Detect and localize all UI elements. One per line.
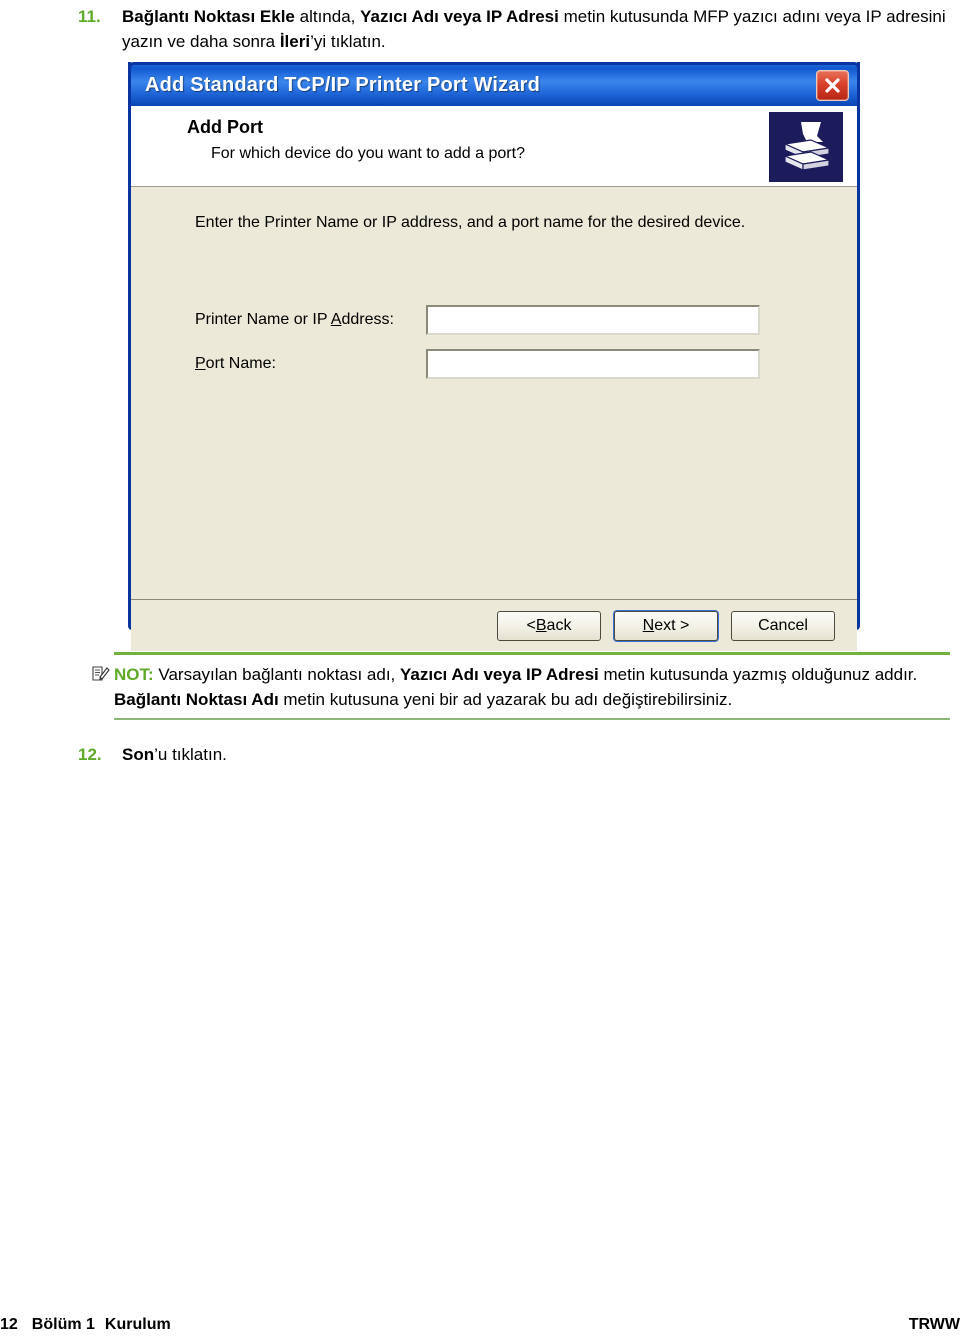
plain-text: altında, bbox=[294, 7, 361, 26]
btn-prefix: < bbox=[526, 616, 536, 634]
label-accel: P bbox=[195, 355, 206, 372]
dialog-title: Add Standard TCP/IP Printer Port Wizard bbox=[145, 74, 541, 96]
plain-text: ’yi tıklatın. bbox=[310, 32, 386, 51]
btn-suffix: ext > bbox=[654, 616, 690, 634]
add-port-wizard-dialog: Add Standard TCP/IP Printer Port Wizard … bbox=[128, 62, 860, 651]
dialog-body: Enter the Printer Name or IP address, an… bbox=[131, 212, 857, 599]
emphasis-text: Bağlantı Noktası Adı bbox=[114, 690, 279, 709]
dialog-header-subtitle: For which device do you want to add a po… bbox=[211, 145, 525, 162]
close-icon[interactable] bbox=[816, 70, 849, 101]
plain-text: metin kutusuna yeni bir ad yazarak bu ad… bbox=[278, 690, 733, 709]
dialog-instruction: Enter the Printer Name or IP address, an… bbox=[195, 214, 746, 231]
back-button[interactable]: < Back bbox=[497, 610, 601, 641]
port-name-label: Port Name: bbox=[195, 355, 426, 373]
document-page: 11. Bağlantı Noktası Ekle altında, Yazıc… bbox=[0, 0, 960, 1343]
emphasis-text: Bağlantı Noktası Ekle bbox=[122, 7, 295, 26]
emphasis-text: Yazıcı Adı veya IP Adresi bbox=[360, 7, 559, 26]
label-part: ort Name: bbox=[205, 355, 276, 372]
step-text: Bağlantı Noktası Ekle altında, Yazıcı Ad… bbox=[122, 4, 948, 54]
btn-accel: B bbox=[535, 616, 547, 634]
step-item-12: 12. Son’u tıklatın. bbox=[78, 742, 948, 767]
footer-left: 12 Bölüm 1 Kurulum bbox=[0, 1316, 171, 1334]
step-number: 11. bbox=[78, 7, 101, 26]
label-part: ddress: bbox=[341, 311, 394, 328]
note-body: Varsayılan bağlantı noktası adı, Yazıcı … bbox=[114, 665, 917, 709]
port-name-row: Port Name: bbox=[195, 349, 833, 379]
cancel-button[interactable]: Cancel bbox=[731, 610, 835, 641]
dialog-titlebar: Add Standard TCP/IP Printer Port Wizard bbox=[128, 62, 860, 106]
port-name-input[interactable] bbox=[426, 349, 760, 379]
printer-name-label: Printer Name or IP Address: bbox=[195, 311, 426, 329]
plain-text: metin kutusunda yazmış olduğunuz addır. bbox=[598, 665, 918, 684]
page-footer: 12 Bölüm 1 Kurulum TRWW bbox=[0, 1316, 960, 1342]
btn-suffix: ack bbox=[546, 616, 572, 634]
printer-name-input[interactable] bbox=[426, 305, 760, 335]
step-number: 12. bbox=[78, 745, 102, 764]
btn-suffix: Cancel bbox=[758, 616, 808, 634]
plain-text: ’u tıklatın. bbox=[154, 745, 227, 764]
footer-section-title: Kurulum bbox=[104, 1316, 171, 1333]
footer-section: Bölüm 1 bbox=[31, 1316, 95, 1333]
plain-text: Varsayılan bağlantı noktası adı, bbox=[153, 665, 401, 684]
footer-brand: TRWW bbox=[908, 1316, 960, 1333]
note-text: NOT: Varsayılan bağlantı noktası adı, Ya… bbox=[114, 662, 950, 712]
label-part: Printer Name or IP bbox=[195, 311, 331, 328]
printer-icon bbox=[769, 112, 843, 182]
page-number: 12 bbox=[0, 1316, 18, 1333]
emphasis-text: Yazıcı Adı veya IP Adresi bbox=[400, 665, 599, 684]
btn-accel: N bbox=[642, 616, 655, 634]
step-item-11: 11. Bağlantı Noktası Ekle altında, Yazıc… bbox=[78, 4, 948, 54]
dialog-header-title: Add Port bbox=[187, 117, 263, 137]
label-accel: A bbox=[330, 311, 342, 328]
emphasis-text: Son bbox=[122, 745, 155, 764]
step-text: Son’u tıklatın. bbox=[122, 742, 227, 767]
dialog-button-bar: < Back Next > Cancel bbox=[131, 599, 857, 651]
emphasis-text: İleri bbox=[279, 32, 311, 51]
note-label: NOT: bbox=[114, 665, 154, 684]
printer-name-row: Printer Name or IP Address: bbox=[195, 305, 833, 335]
note-callout: NOT: Varsayılan bağlantı noktası adı, Ya… bbox=[92, 652, 950, 720]
next-button[interactable]: Next > bbox=[614, 610, 718, 641]
dialog-header: Add Port For which device do you want to… bbox=[131, 106, 857, 187]
note-pencil-icon bbox=[90, 664, 110, 684]
